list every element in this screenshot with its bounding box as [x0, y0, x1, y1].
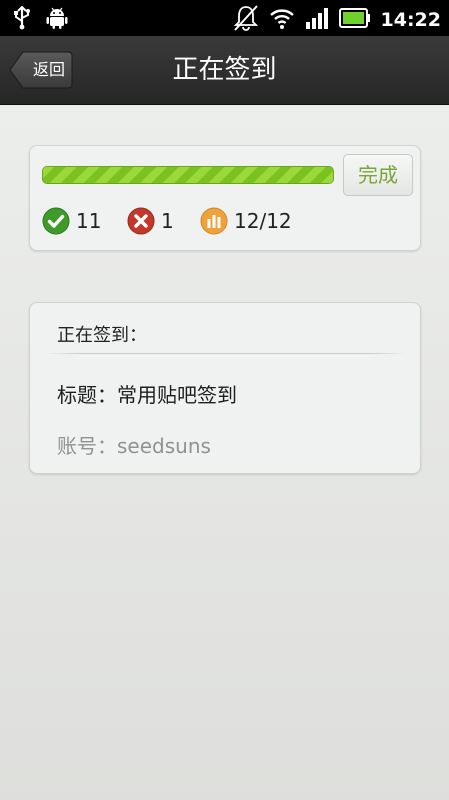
done-button[interactable]: 完成 — [343, 154, 413, 196]
status-bar: 14:22 — [0, 0, 449, 36]
success-stat: 11 — [42, 206, 101, 236]
status-time: 14:22 — [380, 9, 441, 31]
android-debug-icon — [46, 6, 68, 34]
progress-bar — [42, 166, 334, 184]
detail-card: 正在签到： 标题：常用贴吧签到 账号：seedsuns — [29, 302, 421, 474]
fail-count: 1 — [161, 209, 174, 233]
account-label: 账号：seedsuns — [57, 434, 211, 458]
usb-icon — [12, 5, 32, 34]
alarm-off-icon — [233, 4, 259, 36]
total-stat: 12/12 — [200, 206, 292, 236]
error-circle-icon — [127, 207, 155, 235]
check-circle-icon — [42, 207, 70, 235]
battery-icon — [338, 7, 371, 33]
status-bar-left — [12, 5, 68, 34]
bar-chart-icon — [200, 207, 228, 235]
total-count: 12/12 — [234, 209, 292, 233]
progress-bar-fill — [43, 167, 333, 183]
wifi-icon — [269, 5, 295, 35]
status-bar-right: 14:22 — [233, 4, 441, 36]
task-title: 标题：常用贴吧签到 — [57, 383, 237, 407]
fail-stat: 1 — [127, 206, 174, 236]
signal-icon — [305, 6, 329, 34]
page-title: 正在签到 — [172, 55, 277, 85]
detail-card-header: 正在签到： — [57, 325, 147, 346]
title-bar: 返回 正在签到 — [0, 36, 449, 105]
progress-card: 完成 11 1 12/12 — [29, 145, 421, 251]
divider — [44, 353, 406, 354]
success-count: 11 — [76, 209, 102, 233]
